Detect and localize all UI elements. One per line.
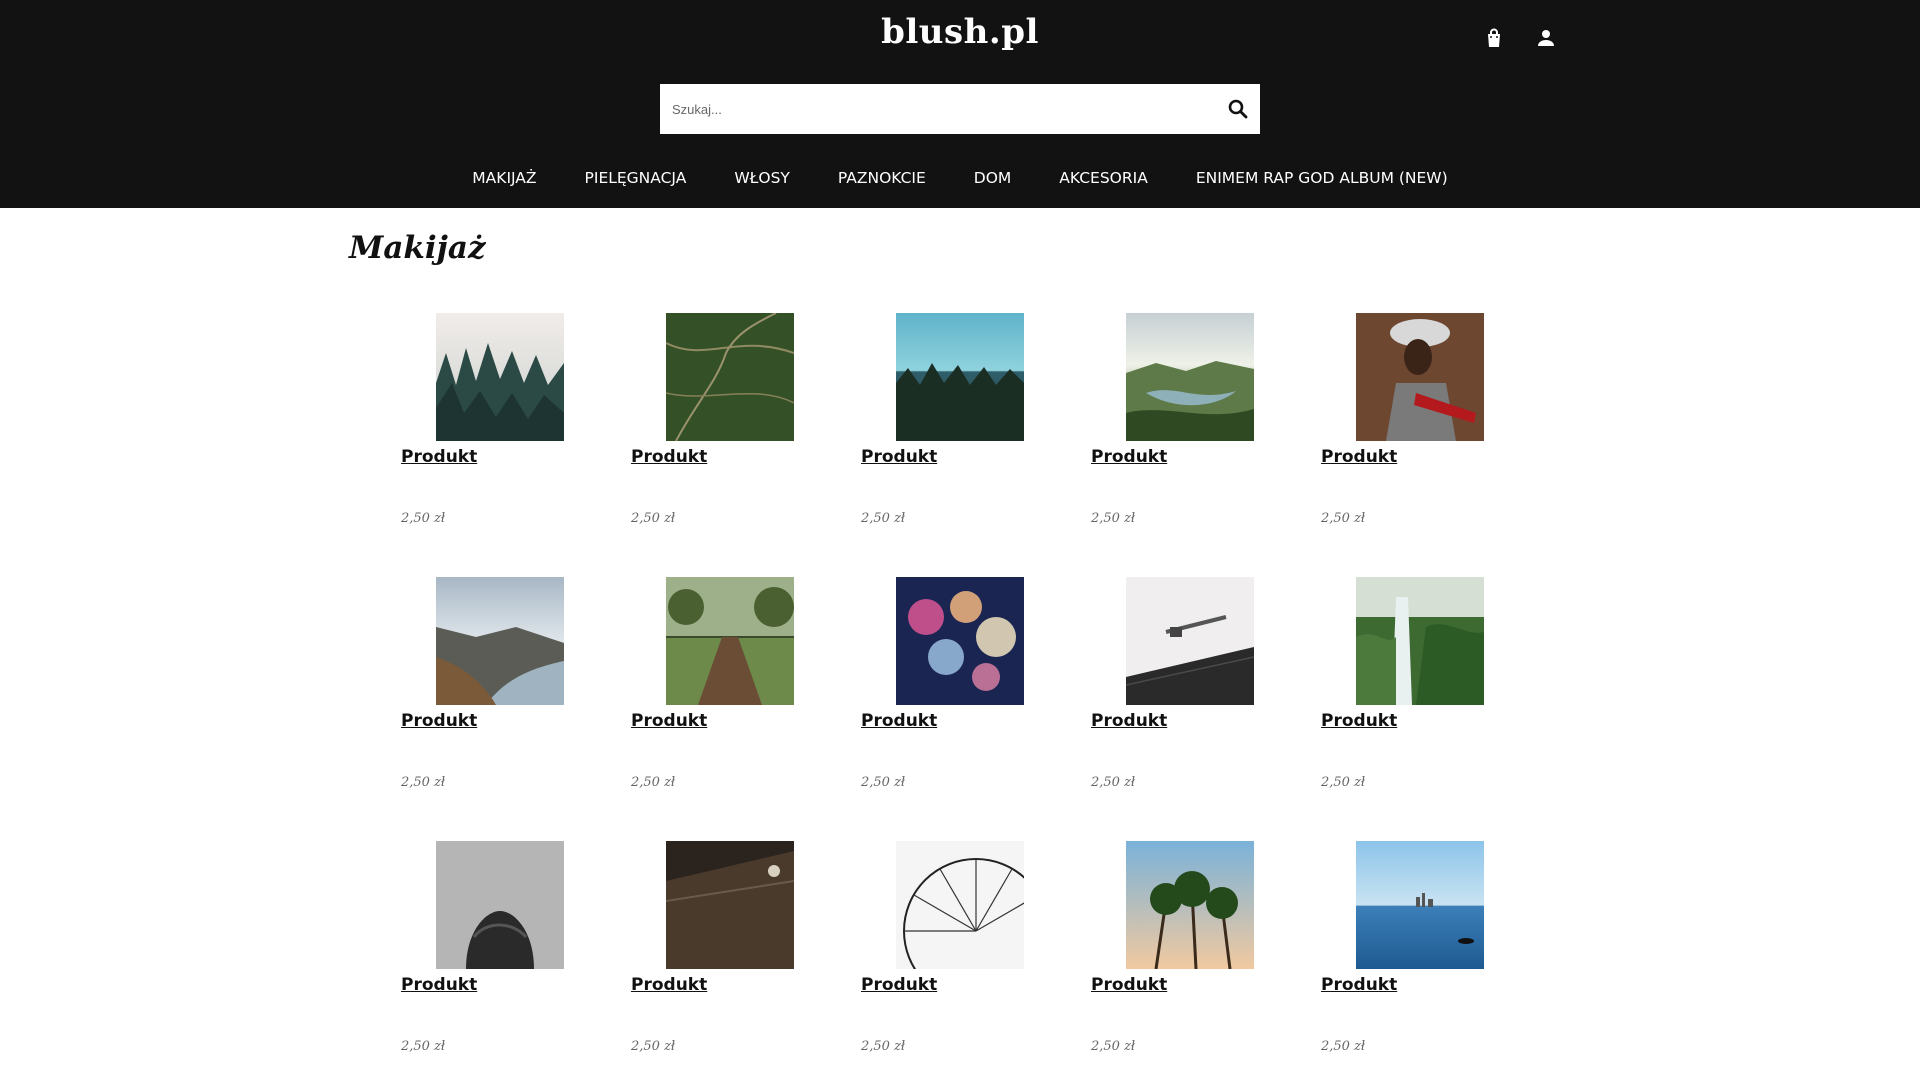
product-price: 2,50 zł	[631, 511, 676, 526]
product-name-link[interactable]: Produkt	[861, 447, 937, 467]
user-icon[interactable]	[1534, 26, 1558, 50]
product-price: 2,50 zł	[1321, 511, 1366, 526]
product-name-link[interactable]: Produkt	[631, 711, 707, 731]
product-image[interactable]	[436, 313, 564, 441]
search-bar	[660, 84, 1260, 134]
product-image[interactable]	[1356, 577, 1484, 705]
product-price: 2,50 zł	[861, 1039, 906, 1054]
site-header: blush.pl MAKIJAŻ PIELĘGNACJA WŁOSY PAZNO…	[0, 0, 1920, 208]
product-image[interactable]	[896, 841, 1024, 969]
product-card[interactable]: Produkt 2,50 zł	[400, 313, 590, 543]
product-name-link[interactable]: Produkt	[1091, 711, 1167, 731]
nav-enimem-album[interactable]: ENIMEM RAP GOD ALBUM (NEW)	[1196, 165, 1448, 191]
product-price: 2,50 zł	[401, 775, 446, 790]
product-card[interactable]: Produkt 2,50 zł	[1090, 841, 1280, 1071]
product-name-link[interactable]: Produkt	[401, 711, 477, 731]
product-name-link[interactable]: Produkt	[401, 975, 477, 995]
product-price: 2,50 zł	[1321, 775, 1366, 790]
product-name-link[interactable]: Produkt	[1091, 447, 1167, 467]
product-image[interactable]	[666, 577, 794, 705]
product-price: 2,50 zł	[861, 775, 906, 790]
product-price: 2,50 zł	[631, 1039, 676, 1054]
product-card[interactable]: Produkt 2,50 zł	[1320, 841, 1510, 1071]
shopping-bag-icon[interactable]	[1482, 26, 1506, 50]
nav-makijaz[interactable]: MAKIJAŻ	[472, 165, 536, 191]
product-price: 2,50 zł	[1321, 1039, 1366, 1054]
product-image[interactable]	[1126, 313, 1254, 441]
product-name-link[interactable]: Produkt	[631, 447, 707, 467]
product-image[interactable]	[666, 841, 794, 969]
product-name-link[interactable]: Produkt	[1321, 975, 1397, 995]
product-name-link[interactable]: Produkt	[1091, 975, 1167, 995]
product-card[interactable]: Produkt 2,50 zł	[630, 313, 820, 543]
nav-dom[interactable]: DOM	[974, 165, 1012, 191]
page-title: Makijaż	[349, 230, 486, 266]
product-image[interactable]	[1356, 313, 1484, 441]
nav-pielegnacja[interactable]: PIELĘGNACJA	[585, 165, 687, 191]
product-price: 2,50 zł	[631, 775, 676, 790]
product-image[interactable]	[436, 577, 564, 705]
product-card[interactable]: Produkt 2,50 zł	[1320, 313, 1510, 543]
product-card[interactable]: Produkt 2,50 zł	[1090, 577, 1280, 807]
product-image[interactable]	[1126, 841, 1254, 969]
product-card[interactable]: Produkt 2,50 zł	[860, 577, 1050, 807]
product-name-link[interactable]: Produkt	[861, 975, 937, 995]
product-image[interactable]	[1126, 577, 1254, 705]
product-card[interactable]: Produkt 2,50 zł	[400, 577, 590, 807]
nav-wlosy[interactable]: WŁOSY	[734, 165, 790, 191]
product-name-link[interactable]: Produkt	[861, 711, 937, 731]
product-card[interactable]: Produkt 2,50 zł	[630, 841, 820, 1071]
product-card[interactable]: Produkt 2,50 zł	[1320, 577, 1510, 807]
product-price: 2,50 zł	[1091, 511, 1136, 526]
main-nav: MAKIJAŻ PIELĘGNACJA WŁOSY PAZNOKCIE DOM …	[0, 165, 1920, 191]
product-price: 2,50 zł	[1091, 1039, 1136, 1054]
product-card[interactable]: Produkt 2,50 zł	[1090, 313, 1280, 543]
product-image[interactable]	[896, 313, 1024, 441]
product-card[interactable]: Produkt 2,50 zł	[400, 841, 590, 1071]
search-input[interactable]	[660, 84, 1200, 134]
product-price: 2,50 zł	[401, 1039, 446, 1054]
product-card[interactable]: Produkt 2,50 zł	[630, 577, 820, 807]
product-price: 2,50 zł	[401, 511, 446, 526]
product-name-link[interactable]: Produkt	[401, 447, 477, 467]
nav-akcesoria[interactable]: AKCESORIA	[1059, 165, 1148, 191]
nav-paznokcie[interactable]: PAZNOKCIE	[838, 165, 926, 191]
product-image[interactable]	[666, 313, 794, 441]
product-image[interactable]	[896, 577, 1024, 705]
product-price: 2,50 zł	[861, 511, 906, 526]
product-card[interactable]: Produkt 2,50 zł	[860, 841, 1050, 1071]
product-name-link[interactable]: Produkt	[631, 975, 707, 995]
product-image[interactable]	[436, 841, 564, 969]
product-price: 2,50 zł	[1091, 775, 1136, 790]
product-name-link[interactable]: Produkt	[1321, 447, 1397, 467]
product-name-link[interactable]: Produkt	[1321, 711, 1397, 731]
product-image[interactable]	[1356, 841, 1484, 969]
search-icon[interactable]	[1226, 97, 1250, 121]
product-card[interactable]: Produkt 2,50 zł	[860, 313, 1050, 543]
brand-logo[interactable]: blush.pl	[0, 12, 1920, 52]
